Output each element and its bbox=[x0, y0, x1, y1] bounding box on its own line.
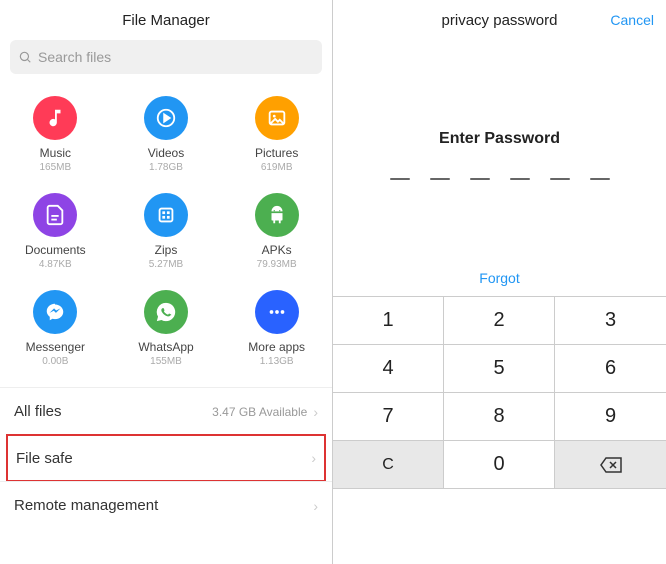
remote-management-row[interactable]: Remote management › bbox=[0, 481, 332, 529]
numeric-keypad: 1 2 3 4 5 6 7 8 9 C 0 bbox=[333, 296, 666, 489]
key-7[interactable]: 7 bbox=[333, 393, 444, 441]
category-videos[interactable]: Videos 1.78GB bbox=[111, 86, 222, 183]
category-size: 1.78GB bbox=[149, 162, 183, 173]
category-label: Pictures bbox=[255, 146, 298, 160]
file-safe-label: File safe bbox=[16, 450, 73, 467]
key-0[interactable]: 0 bbox=[444, 441, 555, 489]
available-text: 3.47 GB Available bbox=[212, 405, 307, 419]
backspace-icon bbox=[599, 456, 623, 474]
android-icon bbox=[255, 193, 299, 237]
category-label: APKs bbox=[262, 243, 292, 257]
category-label: Music bbox=[40, 146, 71, 160]
category-label: WhatsApp bbox=[138, 340, 193, 354]
password-dash bbox=[550, 178, 570, 180]
key-3[interactable]: 3 bbox=[555, 297, 666, 345]
category-music[interactable]: Music 165MB bbox=[0, 86, 111, 183]
key-clear[interactable]: C bbox=[333, 441, 444, 489]
category-pictures[interactable]: Pictures 619MB bbox=[221, 86, 332, 183]
category-whatsapp[interactable]: WhatsApp 155MB bbox=[111, 280, 222, 377]
password-dash bbox=[470, 178, 490, 180]
music-icon bbox=[33, 96, 77, 140]
category-messenger[interactable]: Messenger 0.00B bbox=[0, 280, 111, 377]
file-safe-row[interactable]: File safe › bbox=[6, 434, 326, 482]
play-icon bbox=[144, 96, 188, 140]
password-dash bbox=[390, 178, 410, 180]
category-more-apps[interactable]: More apps 1.13GB bbox=[221, 280, 332, 377]
category-size: 1.13GB bbox=[260, 356, 294, 367]
document-icon bbox=[33, 193, 77, 237]
key-1[interactable]: 1 bbox=[333, 297, 444, 345]
key-9[interactable]: 9 bbox=[555, 393, 666, 441]
image-icon bbox=[255, 96, 299, 140]
enter-password-prompt: Enter Password bbox=[333, 130, 666, 148]
category-apks[interactable]: APKs 79.93MB bbox=[221, 183, 332, 280]
category-size: 155MB bbox=[150, 356, 182, 367]
category-size: 79.93MB bbox=[257, 259, 297, 270]
category-size: 619MB bbox=[261, 162, 293, 173]
key-6[interactable]: 6 bbox=[555, 345, 666, 393]
key-4[interactable]: 4 bbox=[333, 345, 444, 393]
all-files-row[interactable]: All files 3.47 GB Available › bbox=[0, 387, 332, 435]
category-documents[interactable]: Documents 4.87KB bbox=[0, 183, 111, 280]
key-8[interactable]: 8 bbox=[444, 393, 555, 441]
category-label: Videos bbox=[148, 146, 184, 160]
category-size: 165MB bbox=[39, 162, 71, 173]
category-size: 0.00B bbox=[42, 356, 68, 367]
category-zips[interactable]: Zips 5.27MB bbox=[111, 183, 222, 280]
category-label: Zips bbox=[155, 243, 178, 257]
password-dots bbox=[333, 178, 666, 180]
more-icon bbox=[255, 290, 299, 334]
whatsapp-icon bbox=[144, 290, 188, 334]
password-dash bbox=[430, 178, 450, 180]
key-5[interactable]: 5 bbox=[444, 345, 555, 393]
key-2[interactable]: 2 bbox=[444, 297, 555, 345]
category-size: 5.27MB bbox=[149, 259, 183, 270]
key-backspace[interactable] bbox=[555, 441, 666, 489]
zip-icon bbox=[144, 193, 188, 237]
password-dash bbox=[510, 178, 530, 180]
category-size: 4.87KB bbox=[39, 259, 72, 270]
forgot-link[interactable]: Forgot bbox=[333, 270, 666, 286]
search-placeholder: Search files bbox=[38, 49, 111, 65]
search-icon bbox=[18, 50, 32, 64]
chevron-right-icon: › bbox=[313, 404, 318, 420]
cancel-button[interactable]: Cancel bbox=[610, 12, 654, 28]
chevron-right-icon: › bbox=[311, 450, 316, 466]
privacy-password-screen: privacy password Cancel Enter Password F… bbox=[333, 0, 666, 564]
remote-label: Remote management bbox=[14, 497, 158, 514]
password-dash bbox=[590, 178, 610, 180]
category-label: More apps bbox=[248, 340, 305, 354]
search-input[interactable]: Search files bbox=[10, 40, 322, 74]
category-label: Documents bbox=[25, 243, 86, 257]
header-title: File Manager bbox=[0, 0, 332, 40]
chevron-right-icon: › bbox=[313, 498, 318, 514]
file-manager-screen: File Manager Search files Music 165MB Vi… bbox=[0, 0, 333, 564]
header-title: privacy password Cancel bbox=[333, 0, 666, 40]
messenger-icon bbox=[33, 290, 77, 334]
all-files-label: All files bbox=[14, 403, 62, 420]
category-grid: Music 165MB Videos 1.78GB Pictures 619MB… bbox=[0, 82, 332, 387]
category-label: Messenger bbox=[26, 340, 85, 354]
